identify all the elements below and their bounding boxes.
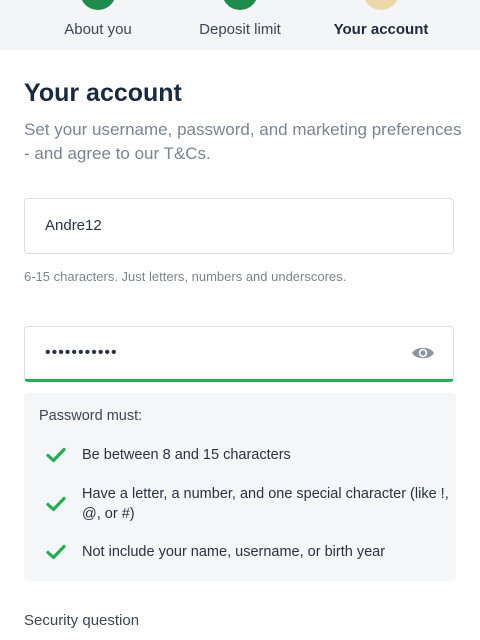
step-complete-icon	[222, 0, 258, 10]
check-icon	[46, 447, 66, 463]
eye-icon[interactable]	[411, 344, 435, 362]
step-deposit-limit[interactable]: Deposit limit	[190, 0, 290, 50]
check-icon	[46, 496, 66, 512]
step-label: Your account	[333, 21, 429, 38]
progress-stepper: About you Deposit limit Your account	[0, 0, 480, 50]
security-question-label: Security question	[24, 612, 140, 629]
step-your-account: Your account	[326, 0, 436, 50]
username-hint: 6-15 characters. Just letters, numbers a…	[24, 269, 347, 284]
step-label: Deposit limit	[199, 21, 281, 38]
step-current-icon	[363, 0, 399, 10]
requirement-text: Be between 8 and 15 characters	[82, 447, 291, 463]
password-input[interactable]	[45, 327, 405, 379]
page-title: Your account	[24, 79, 182, 107]
check-icon	[46, 544, 66, 560]
page-subtitle: Set your username, password, and marketi…	[24, 120, 462, 163]
requirements-title: Password must:	[39, 408, 143, 424]
username-field	[24, 198, 454, 254]
step-about-you[interactable]: About you	[48, 0, 148, 50]
password-field	[24, 326, 454, 382]
step-label: About you	[64, 21, 132, 38]
username-input[interactable]	[45, 199, 405, 251]
password-requirements: Password must: Be between 8 and 15 chara…	[24, 393, 456, 581]
requirement-text: Have a letter, a number, and one special…	[82, 486, 449, 522]
step-complete-icon	[80, 0, 116, 10]
requirement-text: Not include your name, username, or birt…	[82, 544, 386, 560]
